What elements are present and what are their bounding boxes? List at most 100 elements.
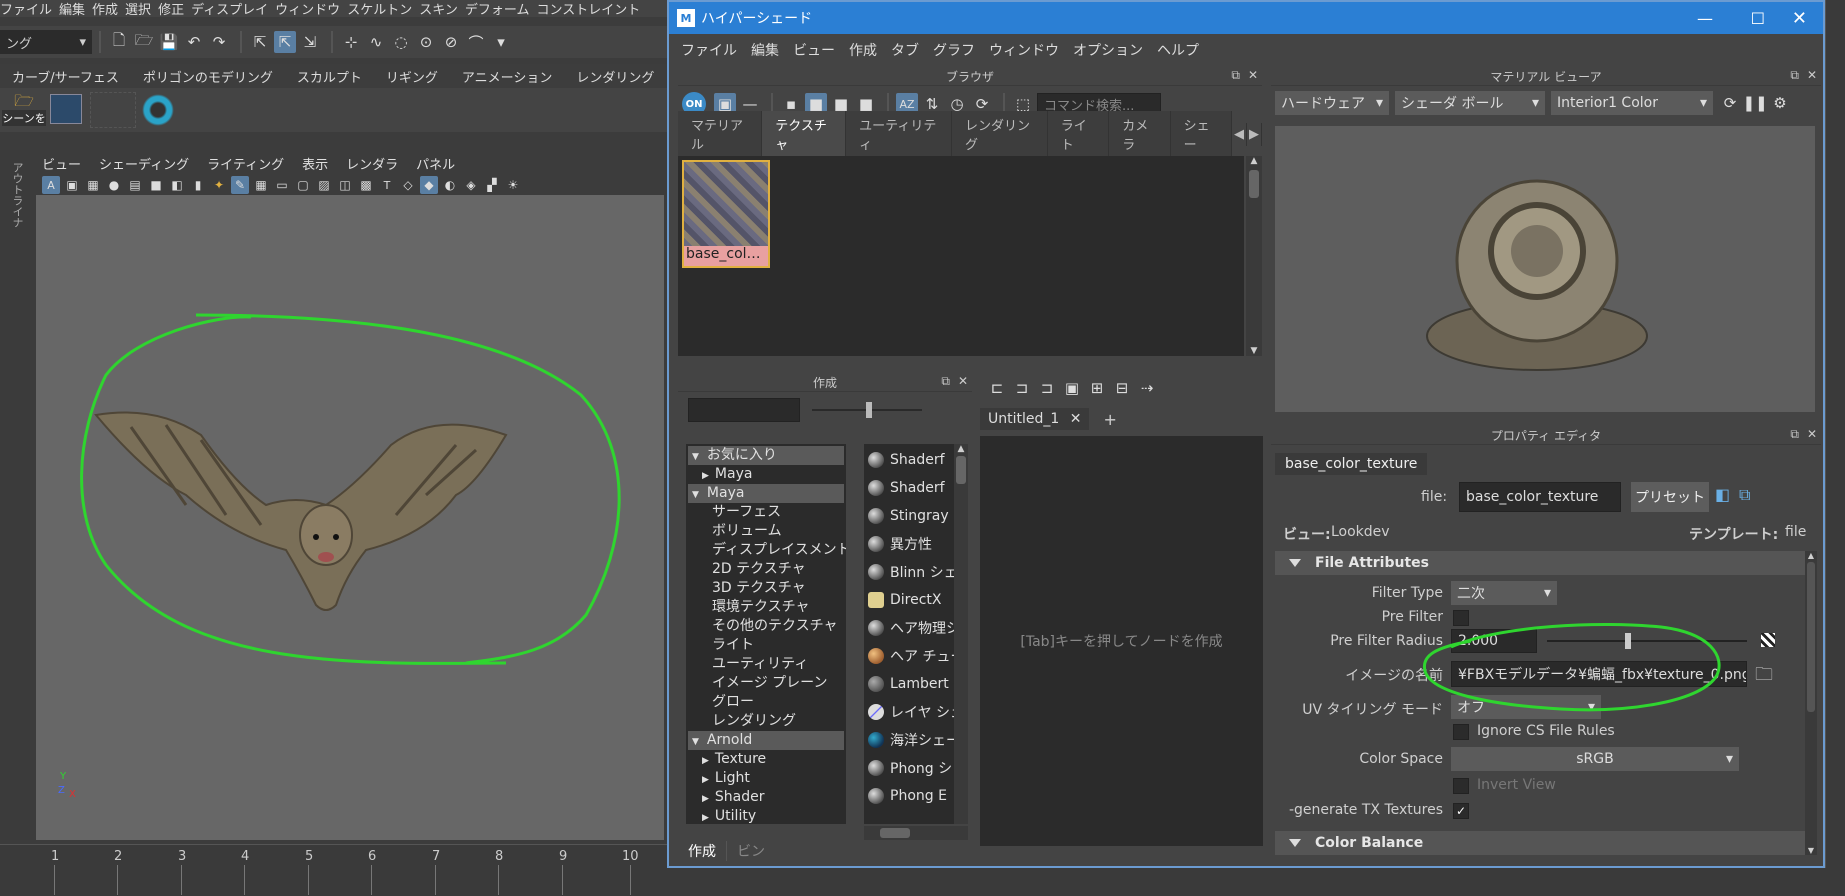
redo-icon[interactable]: ↷	[208, 31, 230, 53]
shelf-tab-curves[interactable]: カーブ/サーフェス	[0, 67, 131, 86]
tree-item-arnold-shader[interactable]: ▶ Shader	[688, 788, 844, 807]
pause-icon[interactable]: ❚❚	[1742, 92, 1767, 114]
color-balance-section[interactable]: Color Balance	[1275, 831, 1805, 855]
invert-view-checkbox[interactable]	[1453, 778, 1469, 794]
tree-item-arnold[interactable]: ▼ Arnold	[688, 731, 844, 750]
node-ocean-shader[interactable]: 海洋シェー	[868, 726, 964, 754]
add-node-icon[interactable]: ⊞	[1086, 377, 1108, 399]
menu-window[interactable]: ウィンドウ	[275, 0, 340, 18]
float-icon[interactable]: ⧉	[1790, 68, 1799, 83]
scroll-down-icon[interactable]: ▼	[1805, 846, 1817, 855]
resolution-gate-icon[interactable]: ▢	[294, 176, 312, 194]
menu-edit[interactable]: 編集	[59, 0, 85, 18]
frame-icon[interactable]: ▣	[63, 176, 81, 194]
swatch-size-slider[interactable]	[812, 398, 922, 422]
tab-lights[interactable]: ライト	[1047, 111, 1110, 157]
shelf-tab-animation[interactable]: アニメーション	[450, 67, 564, 86]
node-lambert[interactable]: Lambert	[868, 670, 964, 698]
scroll-up-icon[interactable]: ▲	[1805, 551, 1817, 560]
file-node-name-input[interactable]: base_color_texture	[1459, 482, 1621, 512]
3d-viewport[interactable]: Y Z X	[36, 195, 664, 840]
hs-menu-options[interactable]: オプション	[1073, 40, 1143, 60]
copy-tab-icon[interactable]: ⧉	[1739, 485, 1750, 505]
chevron-down-icon[interactable]: ▾	[490, 31, 512, 53]
settings-icon[interactable]: ⚙	[1769, 92, 1791, 114]
hs-menu-file[interactable]: ファイル	[681, 40, 737, 60]
camera-icon[interactable]: ■	[147, 176, 165, 194]
scroll-up-icon[interactable]: ▲	[1246, 156, 1262, 166]
graph-input-icon[interactable]: ⊏	[986, 377, 1008, 399]
node-directx[interactable]: DirectX	[868, 586, 964, 614]
menu-deform[interactable]: デフォーム	[465, 0, 530, 18]
play-icon[interactable]: ⟳	[1719, 92, 1741, 114]
close-icon[interactable]: ✕	[1807, 427, 1817, 441]
sun-icon[interactable]: ☀	[504, 176, 522, 194]
textured-cube-icon[interactable]: ◈	[462, 176, 480, 194]
snap-point-icon[interactable]: ◌	[390, 31, 412, 53]
file-attributes-section[interactable]: File Attributes	[1275, 551, 1805, 575]
node-shaderfx-2[interactable]: Shaderf	[868, 474, 964, 502]
tree-item-favorites[interactable]: ▼ お気に入り	[688, 446, 844, 465]
shape-dropdown[interactable]: シェーダ ボール ▾	[1395, 91, 1545, 115]
tree-item-other-texture[interactable]: その他のテクスチャ	[688, 617, 844, 636]
hypershade-shelf-icon[interactable]	[50, 94, 82, 124]
hud-icon[interactable]: ▭	[273, 176, 291, 194]
vp-menu-renderer[interactable]: レンダラ	[346, 154, 398, 173]
text-icon[interactable]: T	[378, 176, 396, 194]
tabs-scroll-left-icon[interactable]: ◀	[1232, 122, 1247, 146]
tab-textures[interactable]: テクスチャ	[762, 111, 847, 157]
texture-icon[interactable]: ▤	[126, 176, 144, 194]
graph-both-icon[interactable]: ⊐	[1011, 377, 1033, 399]
graph-output-icon[interactable]: ⊐	[1036, 377, 1058, 399]
node-shaderfx-1[interactable]: Shaderf	[868, 446, 964, 474]
node-list-scrollbar[interactable]: ▲	[954, 444, 968, 824]
node-graph-canvas[interactable]: [Tab]キーを押してノードを作成	[980, 436, 1263, 846]
generate-tx-checkbox[interactable]: ✓	[1453, 803, 1469, 819]
frame-all-icon[interactable]: ▣	[1061, 377, 1083, 399]
bookmark-icon[interactable]: ▮	[189, 176, 207, 194]
wireframe-cube-icon[interactable]: ◇	[399, 176, 417, 194]
tab-utilities[interactable]: ユーティリティ	[846, 111, 952, 157]
tree-item-displacement[interactable]: ディスプレイスメント	[688, 541, 846, 560]
xray-icon[interactable]: ◫	[336, 176, 354, 194]
tab-shaders[interactable]: シェー	[1170, 111, 1232, 157]
shelf-tab-poly[interactable]: ポリゴンのモデリング	[131, 67, 285, 86]
scroll-up-icon[interactable]: ▲	[954, 444, 968, 454]
hs-menu-create[interactable]: 作成	[849, 40, 877, 60]
save-icon[interactable]: 💾	[158, 31, 180, 53]
minimize-icon[interactable]: —	[1697, 9, 1713, 28]
property-scrollbar[interactable]: ▲ ▼	[1805, 551, 1817, 855]
scroll-down-icon[interactable]: ▼	[1246, 346, 1262, 356]
tabs-scroll-right-icon[interactable]: ▶	[1247, 122, 1262, 146]
node-list-hscroll[interactable]	[864, 826, 968, 840]
material-preview[interactable]	[1275, 126, 1815, 412]
image-icon[interactable]: ▩	[357, 176, 375, 194]
remove-node-icon[interactable]: ⊟	[1111, 377, 1133, 399]
scroll-thumb[interactable]	[1807, 562, 1815, 712]
snap-curve-icon[interactable]: ∿	[365, 31, 387, 53]
menu-file[interactable]: ファイル	[0, 0, 52, 18]
lighting-icon[interactable]: ◐	[441, 176, 459, 194]
isolate-icon[interactable]: ▨	[315, 176, 333, 194]
hs-menu-view[interactable]: ビュー	[793, 40, 835, 60]
tab-materials[interactable]: マテリアル	[678, 111, 763, 157]
checker-icon[interactable]: ▞	[483, 176, 501, 194]
menu-modify[interactable]: 修正	[158, 0, 184, 18]
hs-menu-edit[interactable]: 編集	[751, 40, 779, 60]
node-hair-physical[interactable]: ヘア物理シ	[868, 614, 964, 642]
shelf-tab-rigging[interactable]: リギング	[374, 67, 450, 86]
hs-menu-window[interactable]: ウィンドウ	[989, 40, 1059, 60]
shelf-tab-rendering[interactable]: レンダリング	[564, 67, 666, 86]
maximize-icon[interactable]: ☐	[1751, 9, 1765, 28]
select-hierarchy-icon[interactable]: ⇱	[249, 31, 271, 53]
shelf-scene-button[interactable]: 🗁 シーンを	[2, 92, 46, 128]
tree-item-rendering[interactable]: レンダリング	[688, 712, 844, 731]
show-hide-icon[interactable]: ◧	[1715, 485, 1730, 504]
select-camera-icon[interactable]: A	[42, 176, 60, 194]
graph-tab-untitled[interactable]: Untitled_1 ✕	[980, 408, 1090, 430]
connect-icon[interactable]: ⇢	[1136, 377, 1158, 399]
vp-menu-shading[interactable]: シェーディング	[99, 154, 189, 173]
tree-item-2d-texture[interactable]: 2D テクスチャ	[688, 560, 844, 579]
filter-type-dropdown[interactable]: 二次 ▾	[1451, 581, 1557, 605]
preset-button[interactable]: プリセット	[1631, 482, 1709, 512]
